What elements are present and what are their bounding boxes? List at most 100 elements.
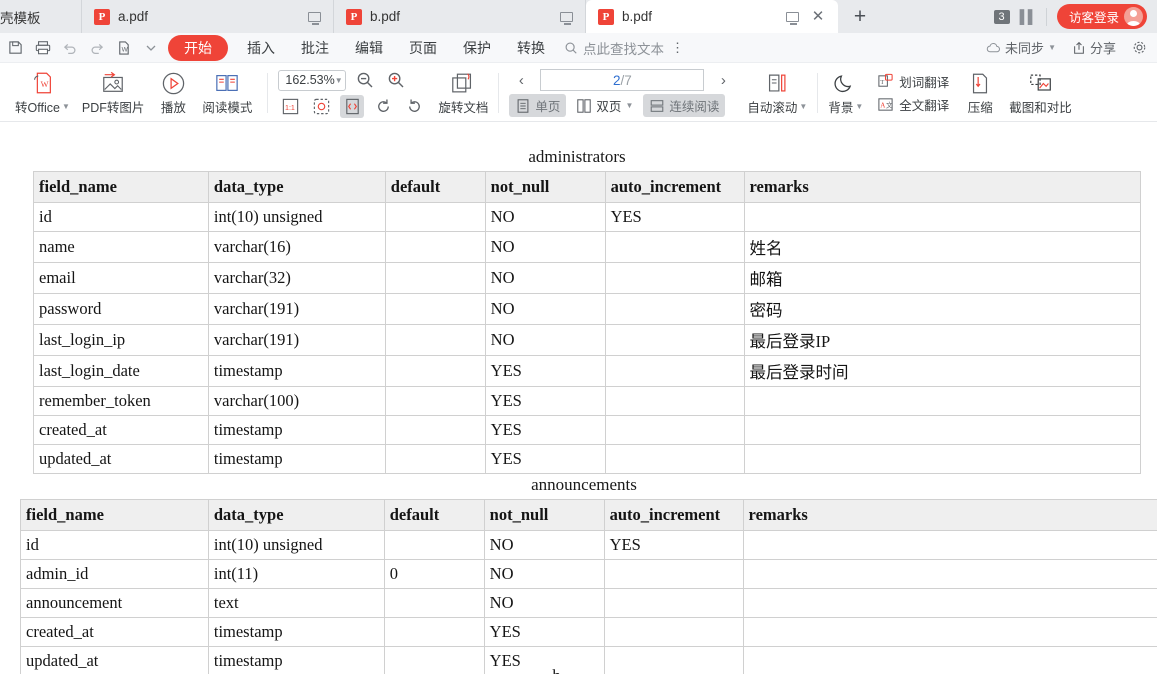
menu-item-edit[interactable]: 编辑 <box>342 38 396 58</box>
auto-scroll-button[interactable]: 自动滚动 ▼ <box>741 66 813 120</box>
word-translate-button[interactable]: T 划词翻译 <box>873 71 953 92</box>
full-translate-button[interactable]: A文 全文翻译 <box>873 94 953 115</box>
cast-icon[interactable] <box>783 8 801 26</box>
cast-icon[interactable] <box>557 8 575 26</box>
print-icon[interactable] <box>29 35 56 61</box>
cast-icon[interactable] <box>305 8 323 26</box>
cell-not-null: YES <box>484 444 606 474</box>
svg-text:W: W <box>122 46 129 53</box>
cell-field-name: id <box>33 202 209 232</box>
to-office-label: 转Office <box>15 101 60 115</box>
cell-auto-increment: YES <box>603 530 744 560</box>
background-button[interactable]: 背景 ▼ <box>822 66 869 120</box>
cell-not-null: NO <box>483 588 605 618</box>
cell-remarks: 邮箱 <box>743 262 1142 294</box>
pdf-icon <box>94 8 110 25</box>
cell-data-type: int(10) unsigned <box>207 530 385 560</box>
rotate-document-icon <box>450 70 476 96</box>
cloud-icon <box>986 42 1000 52</box>
share-icon <box>1074 41 1084 54</box>
actual-size-icon[interactable]: 1:1 <box>278 95 302 118</box>
tab-a-pdf[interactable]: a.pdf <box>82 0 334 33</box>
tab-b-pdf-2-active[interactable]: b.pdf ✕ <box>586 0 838 33</box>
close-icon[interactable]: ✕ <box>809 8 827 26</box>
rotate-document-label: 旋转文档 <box>438 101 489 115</box>
sync-status-button[interactable]: 未同步 ▼ <box>980 38 1062 57</box>
auto-scroll-label: 自动滚动 <box>747 101 798 115</box>
translate-group: T 划词翻译 A文 全文翻译 <box>869 65 957 121</box>
svg-text:T: T <box>881 79 885 86</box>
table-row: last_login_ip varchar(191) NO 最后登录IP <box>33 324 1142 356</box>
cell-field-name: announcement <box>20 588 209 618</box>
cell-field-name: last_login_ip <box>33 324 209 356</box>
cell-not-null: YES <box>483 617 605 647</box>
guest-login-button[interactable]: 访客登录 <box>1056 4 1147 29</box>
cell-auto-increment <box>603 617 744 647</box>
zoom-group: 162.53% ▼ 1:1 <box>272 65 432 121</box>
chevron-down-icon[interactable]: ▼ <box>625 101 633 110</box>
zoom-in-icon[interactable] <box>384 69 408 92</box>
double-page-mode-button[interactable]: 双页 ▼ <box>570 94 639 117</box>
single-page-label: 单页 <box>535 100 561 114</box>
play-button[interactable]: 播放 <box>150 66 196 120</box>
fit-page-icon[interactable] <box>309 95 333 118</box>
pdf-document-view[interactable]: administrators field_name data_type defa… <box>0 122 1157 674</box>
menu-item-start[interactable]: 开始 <box>168 34 228 61</box>
menu-item-convert[interactable]: 转换 <box>504 38 558 58</box>
cell-not-null: NO <box>484 324 606 356</box>
find-text-box[interactable]: 点此查找文本 <box>564 38 664 58</box>
redo-icon[interactable] <box>83 35 110 61</box>
save-icon[interactable] <box>2 35 29 61</box>
chevron-down-icon[interactable]: ▼ <box>335 76 343 85</box>
page-number-input[interactable]: 2 / 7 <box>540 69 705 91</box>
read-mode-button[interactable]: 阅读模式 <box>196 66 258 120</box>
cell-remarks <box>742 588 1157 618</box>
zoom-level-input[interactable]: 162.53% ▼ <box>278 69 347 91</box>
find-placeholder: 点此查找文本 <box>583 41 664 57</box>
menu-item-page[interactable]: 页面 <box>396 38 450 58</box>
cell-field-name: remember_token <box>33 386 209 416</box>
menu-item-comment[interactable]: 批注 <box>288 38 342 58</box>
divider <box>267 73 269 113</box>
share-button[interactable]: 分享 <box>1066 38 1122 57</box>
single-page-mode-button[interactable]: 单页 <box>509 94 567 117</box>
menu-item-insert[interactable]: 插入 <box>234 38 288 58</box>
window-count-badge[interactable]: 3 <box>993 9 1010 24</box>
menu-item-protect[interactable]: 保护 <box>450 38 504 58</box>
word-translate-label: 划词翻译 <box>899 76 950 90</box>
more-options-icon[interactable]: ⋮ <box>664 35 691 61</box>
to-office-button[interactable]: W 转Office ▼ <box>9 66 76 120</box>
customize-toolbar-icon[interactable] <box>137 35 164 61</box>
ribbon-toolbar: W 转Office ▼ PDF转图片 播放 阅读模式 162.53% ▼ 1:1… <box>0 63 1157 122</box>
undo-icon[interactable] <box>56 35 83 61</box>
rotate-document-button[interactable]: 旋转文档 <box>432 66 494 120</box>
next-page-button[interactable]: › <box>711 69 735 91</box>
cell-not-null: NO <box>484 293 606 325</box>
rotate-left-icon[interactable] <box>402 95 426 118</box>
tab-template[interactable]: 壳模板 <box>0 0 82 33</box>
continuous-read-button[interactable]: 连续阅读 <box>643 94 726 117</box>
previous-page-button[interactable]: ‹ <box>509 69 533 91</box>
to-office-icon: W <box>29 70 55 96</box>
export-word-icon[interactable]: W <box>110 35 137 61</box>
settings-gear-icon[interactable] <box>1126 35 1153 61</box>
tab-list-icon[interactable]: ▌▌ <box>1020 9 1037 24</box>
column-header-field-name: field_name <box>33 171 209 203</box>
cell-auto-increment <box>603 588 744 618</box>
screenshot-compare-button[interactable]: 截图和对比 <box>1003 66 1078 120</box>
fit-width-icon[interactable] <box>340 94 365 118</box>
cell-default: 0 <box>383 559 485 589</box>
compress-button[interactable]: 压缩 <box>957 66 1003 120</box>
cell-default <box>383 617 485 647</box>
chevron-down-icon: ▼ <box>799 102 808 111</box>
tab-b-pdf-1[interactable]: b.pdf <box>334 0 586 33</box>
pdf-to-image-button[interactable]: PDF转图片 <box>76 66 151 120</box>
new-tab-button[interactable]: + <box>838 0 882 33</box>
cell-remarks <box>742 617 1157 647</box>
cell-remarks: 最后登录时间 <box>743 355 1142 387</box>
search-icon <box>565 42 577 54</box>
compress-label: 压缩 <box>967 101 993 115</box>
zoom-out-icon[interactable] <box>353 69 377 92</box>
pdf-icon <box>598 8 614 25</box>
rotate-right-icon[interactable] <box>371 95 395 118</box>
